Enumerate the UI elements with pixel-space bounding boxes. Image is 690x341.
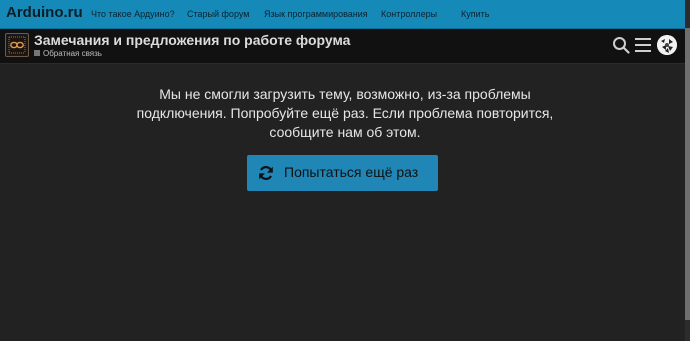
category-label: Обратная связь: [43, 49, 102, 58]
category-color-swatch: [34, 50, 40, 56]
forum-logo[interactable]: [5, 33, 29, 57]
category-badge[interactable]: Обратная связь: [34, 49, 102, 61]
page-scrollbar[interactable]: [685, 0, 690, 341]
hamburger-menu-icon[interactable]: [635, 36, 651, 59]
load-error-message: Мы не смогли загрузить тему, возможно, и…: [136, 86, 554, 140]
topic-header: Замечания и предложения по работе форума…: [0, 29, 685, 64]
nav-link-controllers[interactable]: Контроллеры: [381, 9, 437, 19]
topic-title[interactable]: Замечания и предложения по работе форума: [34, 32, 350, 48]
top-navigation-bar: Arduino.ru Что такое Ардуино? Старый фор…: [0, 0, 690, 29]
site-brand[interactable]: Arduino.ru: [6, 4, 83, 21]
nav-link-what-is-arduino[interactable]: Что такое Ардуино?: [91, 9, 175, 19]
scrollbar-thumb[interactable]: [685, 28, 690, 320]
retry-button[interactable]: Попытаться ещё раз: [247, 155, 438, 191]
avatar-image-icon: [657, 35, 677, 55]
search-icon[interactable]: [612, 36, 630, 59]
nav-link-programming-language[interactable]: Язык программирования: [264, 9, 368, 19]
arduino-logo-icon: [7, 35, 27, 55]
retry-button-label: Попытаться ещё раз: [284, 164, 419, 180]
nav-link-old-forum[interactable]: Старый форум: [187, 9, 249, 19]
refresh-icon: [258, 165, 274, 186]
user-avatar[interactable]: [657, 35, 677, 55]
nav-link-buy[interactable]: Купить: [461, 9, 489, 19]
